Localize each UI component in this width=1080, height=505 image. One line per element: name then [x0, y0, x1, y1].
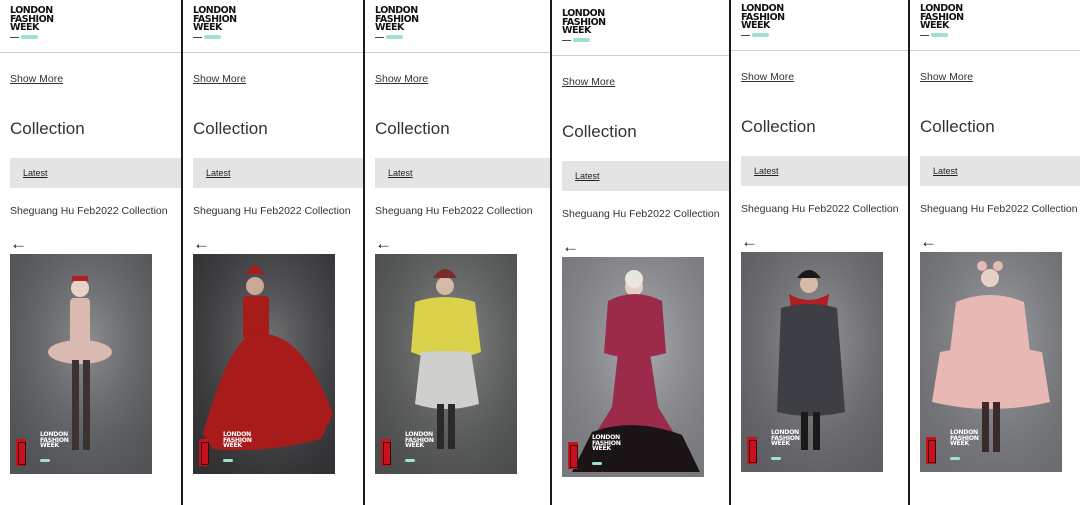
collection-heading: Collection [193, 119, 268, 138]
collection-name: Sheguang Hu Feb2022 Collection [920, 203, 1078, 215]
collection-heading: Collection [562, 122, 637, 141]
back-arrow-icon[interactable]: ← [920, 233, 937, 250]
show-more-link[interactable]: Show More [741, 71, 794, 83]
collection-name: Sheguang Hu Feb2022 Collection [10, 205, 168, 217]
london-fashion-week-logo[interactable]: LONDON FASHION WEEK ▬▬▬ [562, 9, 606, 42]
london-fashion-week-logo[interactable]: LONDON FASHION WEEK ▬▬▬ [193, 6, 237, 39]
red-seal-icon [568, 442, 578, 469]
collection-tab-bar: Latest [193, 158, 363, 188]
runway-look-image-1[interactable]: LONDON FASHION WEEK [10, 254, 152, 474]
phone-screenshot-1: LONDON FASHION WEEK ▬▬▬ Show More Collec… [0, 0, 181, 505]
site-header: LONDON FASHION WEEK ▬▬▬ [910, 0, 1080, 51]
phone-screenshot-5: LONDON FASHION WEEK ▬▬▬ Show More Collec… [729, 0, 908, 505]
runway-look-image-2[interactable]: LONDON FASHION WEEK [193, 254, 335, 474]
runway-look-image-4[interactable]: LONDON FASHION WEEK [562, 257, 704, 477]
model-figure [920, 252, 1062, 472]
runway-look-image-3[interactable]: LONDON FASHION WEEK [375, 254, 517, 474]
red-seal-icon [381, 439, 391, 466]
site-header: LONDON FASHION WEEK ▬▬▬ [552, 3, 729, 56]
back-arrow-icon[interactable]: ← [562, 238, 579, 255]
london-fashion-week-logo[interactable]: LONDON FASHION WEEK ▬▬▬ [920, 4, 964, 37]
model-figure [562, 257, 704, 477]
phone-screenshot-6: LONDON FASHION WEEK ▬▬▬ Show More Collec… [908, 0, 1080, 505]
show-more-link[interactable]: Show More [562, 76, 615, 88]
red-seal-icon [926, 437, 936, 464]
runway-look-image-6[interactable]: LONDON FASHION WEEK [920, 252, 1062, 472]
collection-name: Sheguang Hu Feb2022 Collection [741, 203, 899, 215]
london-fashion-week-logo[interactable]: LONDON FASHION WEEK ▬▬▬ [375, 6, 419, 39]
model-figure [193, 254, 335, 474]
collection-tab-bar: Latest [562, 161, 729, 191]
collection-name: Sheguang Hu Feb2022 Collection [193, 205, 351, 217]
london-fashion-week-logo[interactable]: LONDON FASHION WEEK ▬▬▬ [741, 4, 785, 37]
phone-screenshot-2: LONDON FASHION WEEK ▬▬▬ Show More Collec… [181, 0, 363, 505]
red-seal-icon [747, 437, 757, 464]
collection-tab-bar: Latest [375, 158, 550, 188]
collection-tab-bar: Latest [920, 156, 1080, 186]
show-more-link[interactable]: Show More [920, 71, 973, 83]
model-figure [741, 252, 883, 472]
collection-name: Sheguang Hu Feb2022 Collection [375, 205, 533, 217]
site-header: LONDON FASHION WEEK ▬▬▬ [731, 0, 908, 51]
site-header: LONDON FASHION WEEK ▬▬▬ [0, 0, 181, 53]
phone-screenshot-4: LONDON FASHION WEEK ▬▬▬ Show More Collec… [550, 0, 729, 505]
tab-latest[interactable]: Latest [575, 171, 600, 181]
show-more-link[interactable]: Show More [10, 73, 63, 85]
site-header: LONDON FASHION WEEK ▬▬▬ [365, 0, 550, 53]
back-arrow-icon[interactable]: ← [375, 235, 392, 252]
london-fashion-week-watermark: LONDON FASHION WEEK [592, 435, 621, 470]
phone-screenshot-3: LONDON FASHION WEEK ▬▬▬ Show More Collec… [363, 0, 550, 505]
red-seal-icon [199, 439, 209, 466]
back-arrow-icon[interactable]: ← [741, 233, 758, 250]
show-more-link[interactable]: Show More [375, 73, 428, 85]
collection-heading: Collection [10, 119, 85, 138]
london-fashion-week-logo[interactable]: LONDON FASHION WEEK ▬▬▬ [10, 6, 54, 39]
collection-name: Sheguang Hu Feb2022 Collection [562, 208, 720, 220]
tab-latest[interactable]: Latest [388, 168, 413, 178]
tab-latest[interactable]: Latest [933, 166, 958, 176]
london-fashion-week-watermark: LONDON FASHION WEEK [223, 432, 252, 467]
collection-heading: Collection [920, 117, 995, 136]
back-arrow-icon[interactable]: ← [193, 235, 210, 252]
london-fashion-week-watermark: LONDON FASHION WEEK [950, 430, 979, 465]
runway-look-image-5[interactable]: LONDON FASHION WEEK [741, 252, 883, 472]
show-more-link[interactable]: Show More [193, 73, 246, 85]
red-seal-icon [16, 439, 26, 466]
collection-tab-bar: Latest [10, 158, 181, 188]
london-fashion-week-watermark: LONDON FASHION WEEK [771, 430, 800, 465]
london-fashion-week-watermark: LONDON FASHION WEEK [405, 432, 434, 467]
tab-latest[interactable]: Latest [206, 168, 231, 178]
collection-heading: Collection [741, 117, 816, 136]
site-header: LONDON FASHION WEEK ▬▬▬ [183, 0, 363, 53]
model-figure [10, 254, 152, 474]
london-fashion-week-watermark: LONDON FASHION WEEK [40, 432, 69, 467]
tab-latest[interactable]: Latest [754, 166, 779, 176]
back-arrow-icon[interactable]: ← [10, 235, 27, 252]
tab-latest[interactable]: Latest [23, 168, 48, 178]
collection-tab-bar: Latest [741, 156, 908, 186]
collection-heading: Collection [375, 119, 450, 138]
model-figure [375, 254, 517, 474]
